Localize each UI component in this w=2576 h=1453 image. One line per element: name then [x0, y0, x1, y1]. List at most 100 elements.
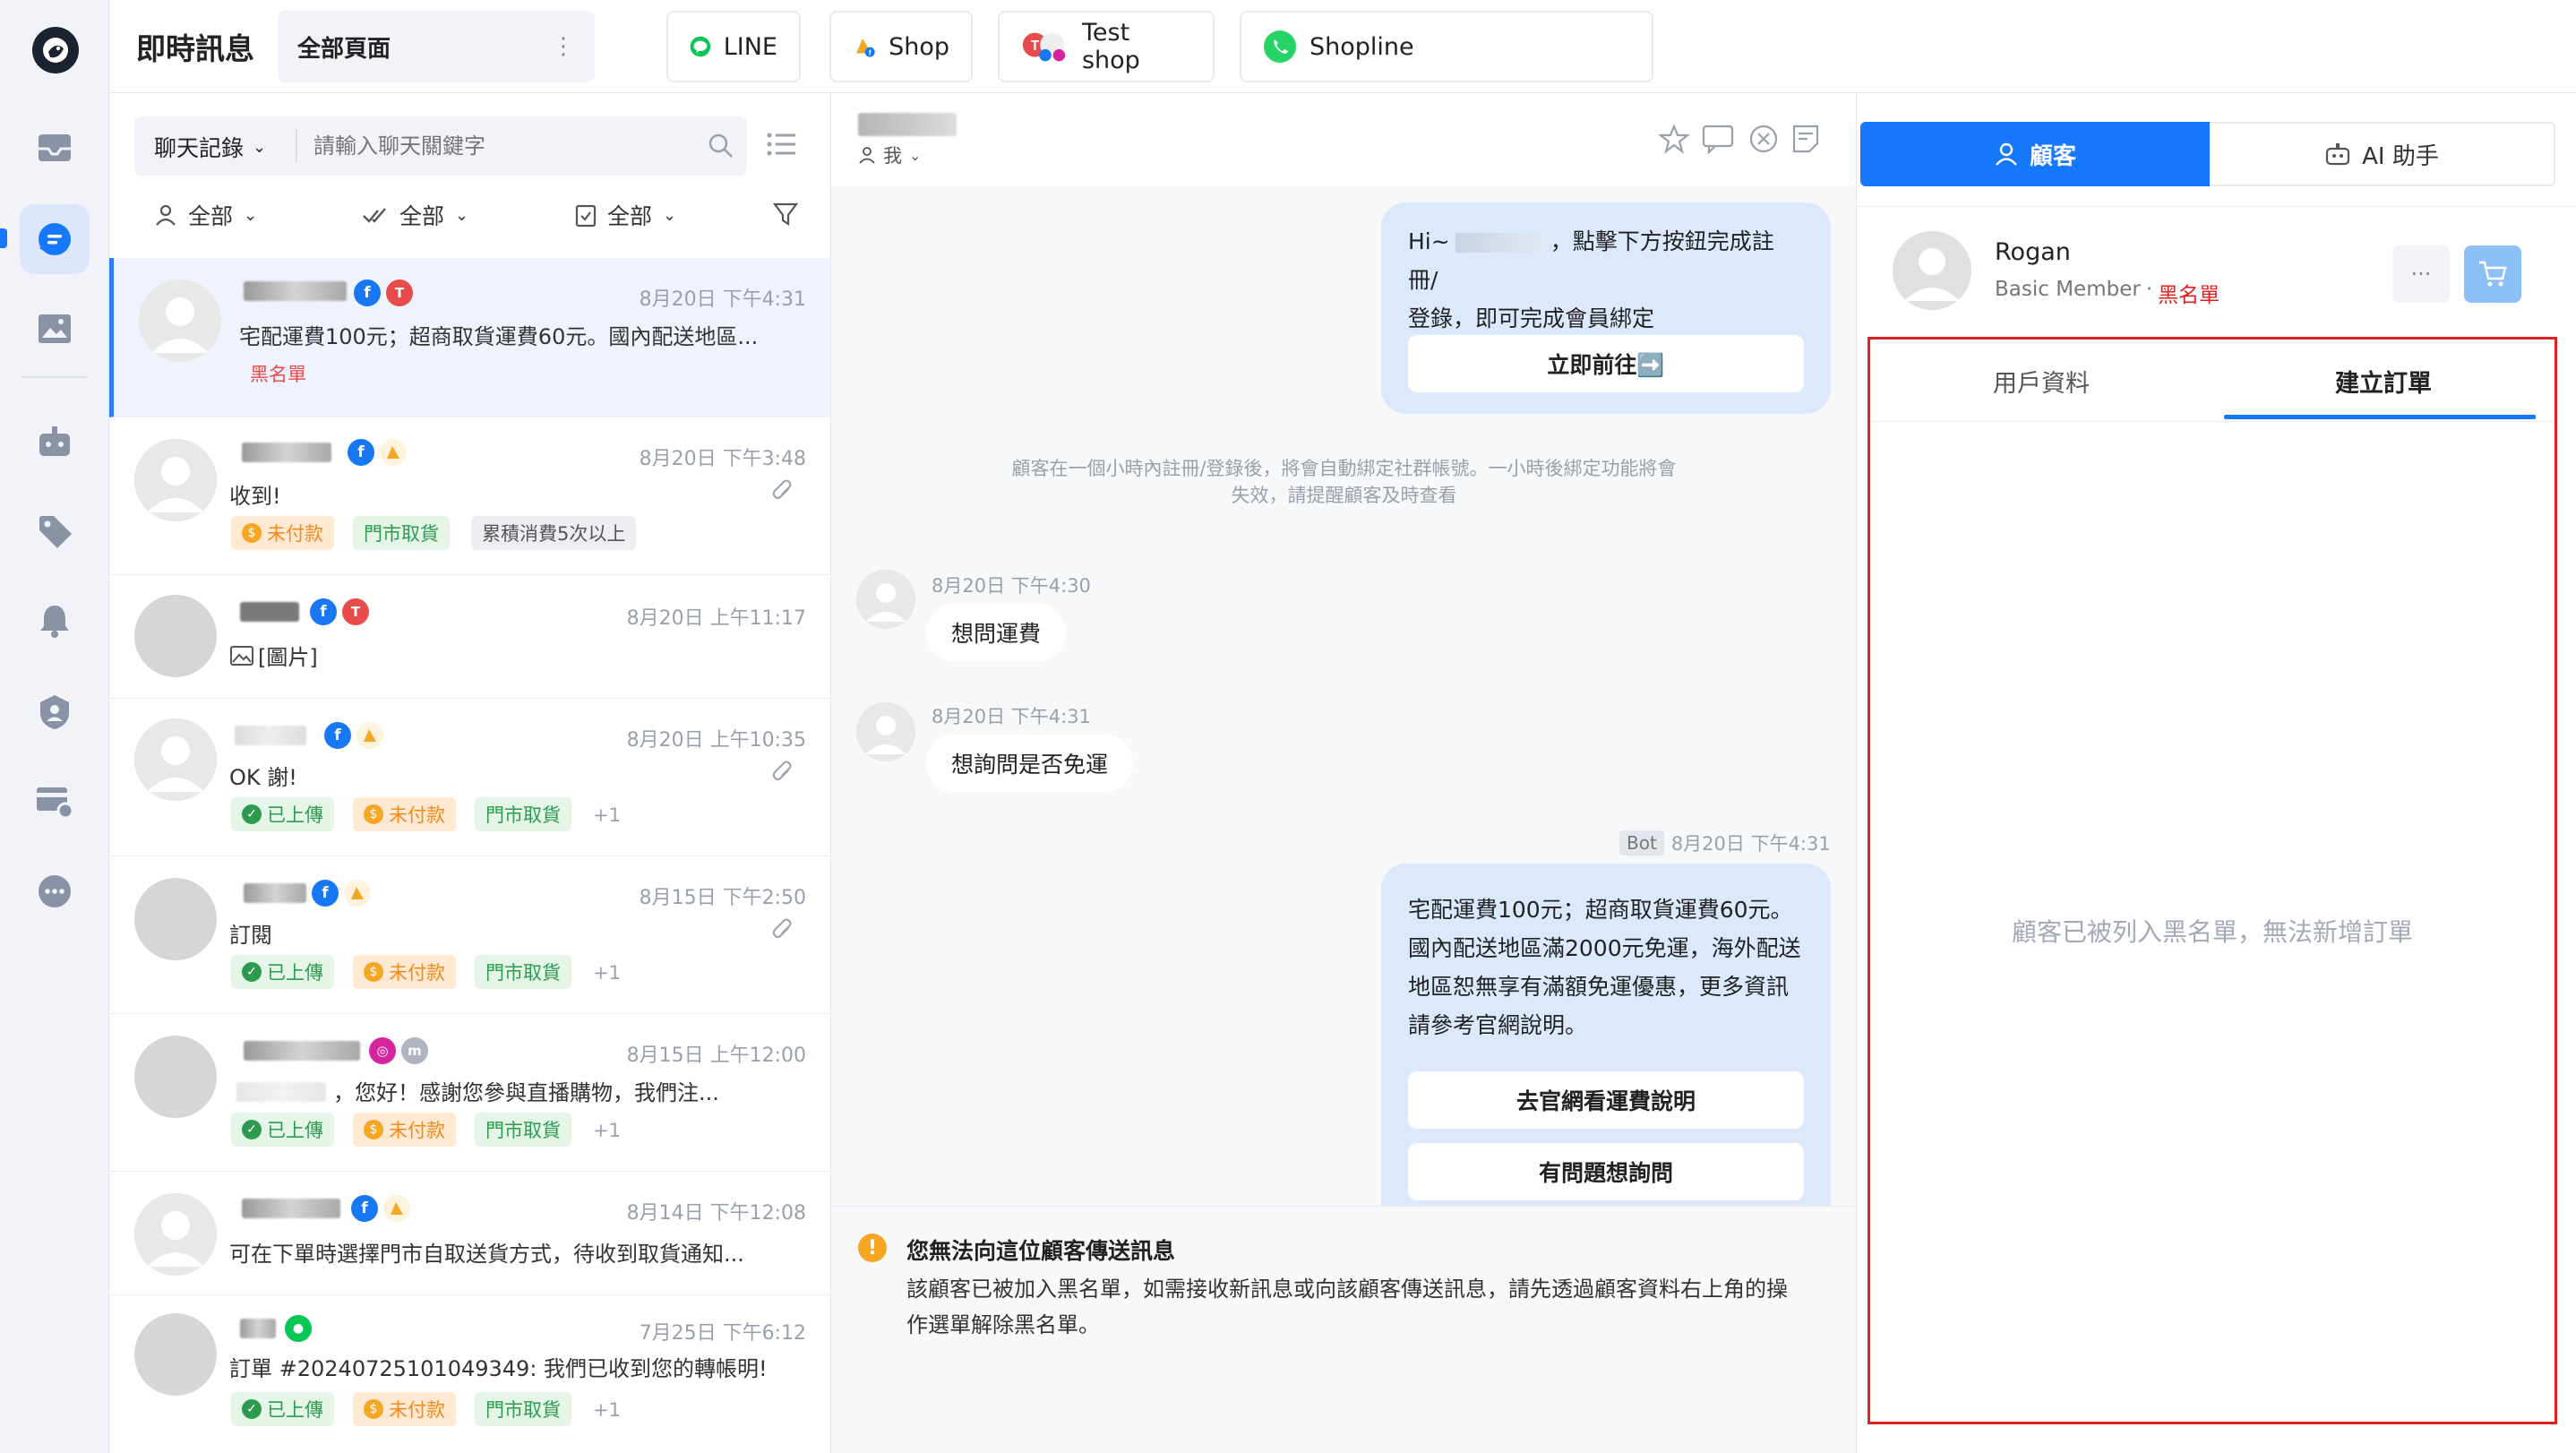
list-view-icon[interactable] — [767, 131, 797, 158]
tab-customer[interactable]: 顧客 — [1860, 122, 2210, 186]
message-time: 8月20日 下午4:31 — [932, 706, 1091, 727]
more-tags-count: +1 — [593, 804, 621, 826]
filter-task-label: 全部 — [607, 203, 653, 229]
test-shop-icon: T — [1022, 32, 1066, 62]
conversation-preview: 宅配運費100元；超商取貨運費60元。國內配送地區... — [239, 324, 759, 349]
page-select[interactable]: 全部頁面 ⋮ — [278, 11, 595, 82]
tag-icon[interactable] — [20, 496, 90, 566]
filter-read-status[interactable]: 全部 ⌄ — [362, 199, 468, 231]
bot-message-bubble: Hi~ ，點擊下方按鈕完成註冊/登錄，即可完成會員綁定 立即前往➡️ — [1381, 202, 1831, 414]
line-icon: ● — [285, 1315, 312, 1342]
channel-tab-shop[interactable]: f Shop — [829, 11, 973, 82]
app-logo[interactable] — [32, 27, 79, 73]
channel-tab-shopline[interactable]: Shopline — [1240, 11, 1653, 82]
shop-icon — [344, 880, 371, 907]
block-icon[interactable] — [1748, 124, 1779, 154]
conversation-time: 8月20日 上午10:35 — [626, 729, 806, 752]
search-input[interactable] — [313, 124, 699, 168]
customer-message: 想問運費 — [926, 604, 1067, 661]
star-icon[interactable] — [1659, 124, 1689, 154]
tab-ai-assistant[interactable]: AI 助手 — [2210, 122, 2555, 186]
customer-avatar — [1893, 231, 1971, 310]
check-icon: ✓ — [242, 804, 262, 824]
test-shop-badge-icon: T — [386, 279, 413, 306]
contact-name-redacted — [240, 602, 299, 622]
bot-message-meta: Bot 8月20日 下午4:31 — [1619, 830, 1831, 856]
chevron-down-icon: ⌄ — [909, 146, 922, 164]
bot-message-text: Hi~ ，點擊下方按鈕完成註冊/登錄，即可完成會員綁定 — [1408, 228, 1774, 331]
conversation-item[interactable]: f 8月14日 下午12:08 可在下單時選擇門市自取送貨方式，待收到取貨通知.… — [109, 1172, 830, 1295]
filter-assignee[interactable]: 全部 ⌄ — [154, 199, 257, 231]
inbox-icon[interactable] — [20, 113, 90, 183]
more-icon[interactable] — [20, 856, 90, 926]
channel-tab-label: Shopline — [1309, 32, 1414, 61]
order-panel-highlight: 用戶資料 建立訂單 顧客已被列入黑名單，無法新增訂單 — [1868, 337, 2557, 1424]
blocked-warning: ! 您無法向這位顧客傳送訊息 該顧客已被加入黑名單，如需接收新訊息或向該顧客傳送… — [831, 1206, 1856, 1453]
subtab-profile[interactable]: 用戶資料 — [1870, 340, 2212, 422]
assignee-dropdown[interactable]: 我 ⌄ — [858, 142, 921, 168]
facebook-icon: f — [310, 598, 337, 625]
filter-read-label: 全部 — [399, 203, 445, 229]
subtab-create-order[interactable]: 建立訂單 — [2212, 340, 2555, 422]
channel-tab-line[interactable]: LINE — [666, 11, 801, 82]
divider — [1857, 206, 2576, 207]
left-nav-rail — [0, 0, 109, 1453]
tag-store-pickup: 門市取貨 — [475, 797, 571, 831]
customer-name-redacted — [236, 1082, 326, 1102]
conversation-time: 7月25日 下午6:12 — [639, 1322, 806, 1345]
cart-button[interactable] — [2464, 245, 2521, 303]
search-icon[interactable] — [708, 133, 734, 159]
avatar — [134, 1036, 217, 1118]
conversation-item[interactable]: ◎ m 8月15日 上午12:00 ，您好！感謝您參與直播購物，我們注... ✓… — [109, 1014, 830, 1172]
clipboard-icon — [575, 204, 597, 228]
conversation-item[interactable]: ● 7月25日 下午6:12 訂單 #20240725101049349: 我們… — [109, 1295, 830, 1453]
user-shield-icon[interactable] — [20, 677, 90, 747]
avatar — [134, 439, 217, 521]
conversation-time: 8月15日 下午2:50 — [639, 887, 806, 909]
customer-level: Basic Member · 黑名單 — [1995, 278, 2220, 307]
more-actions-button[interactable]: ··· — [2392, 245, 2450, 303]
bot-icon[interactable] — [20, 407, 90, 477]
comment-icon[interactable] — [1702, 124, 1734, 154]
avatar — [134, 595, 217, 677]
tag-store-pickup: 門市取貨 — [475, 1392, 571, 1426]
note-icon[interactable] — [1791, 124, 1820, 154]
cart-icon — [2479, 261, 2507, 287]
more-tags-count: +1 — [593, 1399, 621, 1421]
kebab-icon: ⋮ — [552, 33, 575, 60]
register-button[interactable]: 立即前往➡️ — [1408, 335, 1804, 392]
filter-task[interactable]: 全部 ⌄ — [575, 199, 676, 231]
conversation-preview: OK 謝! — [229, 765, 297, 790]
channel-tab-test-shop[interactable]: T Test shop — [998, 11, 1215, 82]
paperclip-icon — [772, 918, 792, 938]
check-icon: ✓ — [242, 1399, 262, 1419]
tag-unpaid: $ 未付款 — [353, 1392, 456, 1426]
customer-name: Rogan — [1995, 238, 2071, 266]
avatar — [139, 279, 221, 362]
svg-text:f: f — [869, 49, 872, 57]
chat-icon[interactable] — [20, 204, 90, 274]
contact-name-redacted — [242, 1199, 340, 1218]
bell-icon[interactable] — [20, 586, 90, 656]
conversation-item[interactable]: f 8月20日 下午3:48 收到! $ 未付款 門市取貨 累積消費5次以上 — [109, 417, 830, 575]
facebook-icon: f — [351, 1195, 378, 1222]
conversation-item[interactable]: f 8月20日 上午10:35 OK 謝! ✓ 已上傳 $ 未付款 門市取貨 +1 — [109, 699, 830, 856]
conversation-item[interactable]: f 8月15日 下午2:50 訂閱 ✓ 已上傳 $ 未付款 門市取貨 +1 — [109, 856, 830, 1014]
coin-icon: $ — [364, 804, 383, 824]
conversation-item[interactable]: f T 8月20日 下午4:31 宅配運費100元；超商取貨運費60元。國內配送… — [109, 258, 830, 417]
customer-avatar — [856, 570, 915, 629]
person-icon — [156, 204, 176, 226]
ask-question-button[interactable]: 有問題想詢問 — [1408, 1143, 1804, 1200]
conversation-time: 8月20日 上午11:17 — [626, 607, 806, 630]
shop-icon — [380, 439, 407, 466]
search-type-dropdown[interactable]: 聊天記錄 ⌄ — [154, 131, 266, 163]
person-icon — [1996, 142, 2017, 166]
image-icon[interactable] — [20, 294, 90, 364]
card-settings-icon[interactable] — [20, 767, 90, 837]
filter-funnel-icon[interactable] — [772, 201, 799, 228]
warning-icon: ! — [858, 1234, 887, 1262]
shipping-info-button[interactable]: 去官網看運費說明 — [1408, 1071, 1804, 1129]
conversation-preview: 收到! — [229, 484, 281, 509]
more-tags-count: +1 — [593, 1120, 621, 1141]
conversation-item[interactable]: f T 8月20日 上午11:17 [圖片] — [109, 575, 830, 699]
